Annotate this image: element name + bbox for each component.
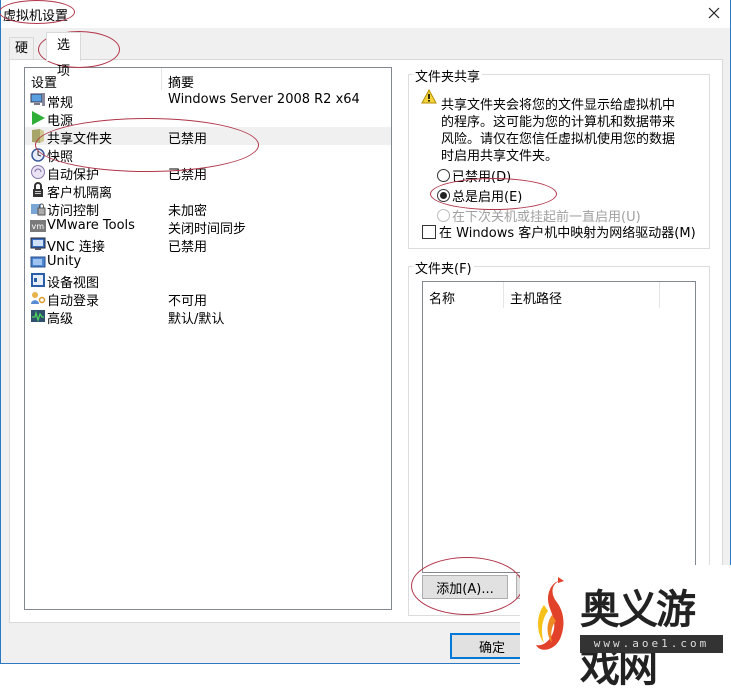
advanced-chart-icon bbox=[31, 310, 45, 323]
warning-line: 的程序。这可能为您的计算机和数据带来 bbox=[441, 115, 676, 130]
watermark-url: www.aoe1.com bbox=[580, 635, 723, 653]
phoenix-logo-icon bbox=[536, 577, 564, 650]
settings-row[interactable]: 客户机隔离 bbox=[25, 181, 391, 201]
shared-folder-icon bbox=[32, 129, 44, 143]
settings-row[interactable]: 自动保护 已禁用 bbox=[25, 163, 391, 183]
settings-row[interactable]: 高级 默认/默认 bbox=[25, 307, 391, 327]
settings-list[interactable]: 设置 摘要 常规 Windows Server 2008 R2 x64 电源 共享文件… bbox=[24, 67, 392, 610]
tab-hardware[interactable]: 硬件 bbox=[9, 37, 35, 78]
window-title: 虚拟机设置 bbox=[3, 9, 69, 24]
column-header-setting[interactable]: 设置 bbox=[31, 72, 57, 91]
unity-window-icon bbox=[30, 256, 46, 268]
folder-sharing-label: 文件夹共享 bbox=[413, 66, 483, 85]
radio-button[interactable] bbox=[437, 189, 450, 202]
column-header-summary[interactable]: 摘要 bbox=[168, 72, 194, 91]
folder-list[interactable]: 名称 主机路径 bbox=[422, 281, 696, 573]
column-header-host-path[interactable]: 主机路径 bbox=[510, 288, 562, 307]
settings-row[interactable]: 常规 Windows Server 2008 R2 x64 bbox=[25, 91, 391, 111]
close-icon bbox=[708, 7, 720, 19]
computer-icon bbox=[30, 93, 45, 106]
settings-row[interactable]: 共享文件夹 已禁用 bbox=[25, 127, 391, 147]
checkbox-label: 在 Windows 客户机中映射为网络驱动器(M) bbox=[439, 226, 696, 241]
settings-row[interactable]: 电源 bbox=[25, 109, 391, 129]
svg-text:vm: vm bbox=[32, 222, 45, 231]
settings-row[interactable]: 自动登录 不可用 bbox=[25, 289, 391, 309]
access-control-icon bbox=[31, 203, 46, 216]
settings-row[interactable]: 设备视图 bbox=[25, 271, 391, 291]
device-view-icon bbox=[31, 273, 45, 287]
warning-line: 共享文件夹会将您的文件显示给虚拟机中 bbox=[441, 98, 676, 113]
checkbox[interactable] bbox=[422, 224, 436, 239]
snapshot-clock-icon bbox=[31, 148, 45, 162]
tab-options[interactable]: 选项 bbox=[46, 32, 82, 79]
column-header-name[interactable]: 名称 bbox=[429, 288, 455, 307]
folder-list-header: 名称 主机路径 bbox=[423, 282, 695, 308]
setting-name: 高级 bbox=[47, 312, 74, 327]
map-network-drive-checkbox[interactable]: 在 Windows 客户机中映射为网络驱动器(M) bbox=[422, 222, 696, 241]
radio-label: 总是启用(E) bbox=[452, 190, 523, 205]
settings-row[interactable]: Unity bbox=[25, 253, 391, 271]
options-panel: 设置 摘要 常规 Windows Server 2008 R2 x64 电源 共享文件… bbox=[9, 59, 723, 623]
radio-always-enabled[interactable]: 总是启用(E) bbox=[437, 186, 522, 205]
column-separator[interactable] bbox=[161, 68, 162, 90]
setting-summary: 默认/默认 bbox=[168, 312, 225, 327]
setting-summary: Windows Server 2008 R2 x64 bbox=[168, 92, 360, 107]
radio-button bbox=[437, 209, 450, 222]
folders-label: 文件夹(F) bbox=[413, 258, 474, 277]
settings-list-header: 设置 摘要 bbox=[25, 68, 391, 91]
folders-group: 文件夹(F) 名称 主机路径 添加(A)... bbox=[408, 258, 710, 616]
warning-icon bbox=[421, 89, 437, 104]
radio-label: 已禁用(D) bbox=[452, 170, 512, 185]
setting-name: Unity bbox=[47, 254, 82, 269]
column-separator[interactable] bbox=[503, 282, 504, 308]
column-separator[interactable] bbox=[659, 282, 660, 308]
vmware-tools-icon: vm bbox=[30, 220, 46, 232]
close-button[interactable] bbox=[702, 2, 726, 24]
settings-row[interactable]: vm VMware Tools 关闭时间同步 bbox=[25, 217, 391, 237]
play-icon bbox=[32, 111, 45, 125]
settings-row[interactable]: VNC 连接 已禁用 bbox=[25, 235, 391, 255]
watermark-logo: 奥义游戏网 www.aoe1.com bbox=[520, 565, 731, 691]
radio-disabled[interactable]: 已禁用(D) bbox=[437, 166, 511, 185]
warning-line: 风险。请仅在您信任虚拟机使用您的数据 bbox=[441, 132, 676, 147]
title-bar: 虚拟机设置 bbox=[1, 0, 730, 28]
setting-name: VMware Tools bbox=[47, 218, 135, 233]
warning-line: 时启用共享文件夹。 bbox=[441, 149, 559, 164]
add-folder-button[interactable]: 添加(A)... bbox=[422, 575, 508, 599]
user-key-icon bbox=[31, 292, 46, 304]
lock-icon bbox=[33, 182, 43, 197]
settings-row[interactable]: 快照 bbox=[25, 145, 391, 165]
folder-sharing-group: 文件夹共享 共享文件夹会将您的文件显示给虚拟机中 的程序。这可能为您的计算机和数… bbox=[408, 66, 710, 249]
settings-row[interactable]: 访问控制 未加密 bbox=[25, 199, 391, 219]
vnc-monitor-icon bbox=[30, 237, 46, 250]
warning-text: 共享文件夹会将您的文件显示给虚拟机中 的程序。这可能为您的计算机和数据带来 风险… bbox=[441, 97, 691, 165]
radio-button[interactable] bbox=[437, 169, 450, 182]
autoprotect-icon bbox=[31, 165, 45, 179]
